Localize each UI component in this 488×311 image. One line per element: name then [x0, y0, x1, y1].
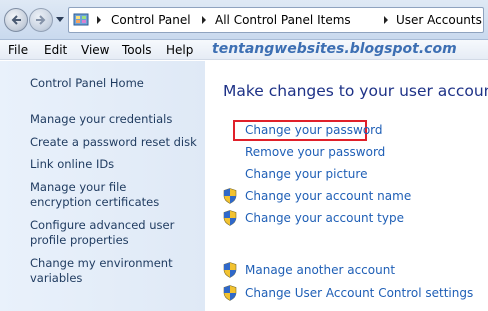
uac-shield-icon [223, 210, 237, 226]
menu-file[interactable]: File [8, 43, 28, 57]
control-panel-icon [73, 13, 89, 26]
menu-bar: File Edit View Tools Help tentangwebsite… [0, 40, 488, 60]
remove-password-link[interactable]: Remove your password [245, 145, 385, 159]
menu-tools[interactable]: Tools [122, 43, 152, 57]
forward-button[interactable] [29, 8, 53, 32]
breadcrumb-all-items[interactable]: All Control Panel Items [215, 13, 351, 27]
menu-view[interactable]: View [81, 43, 109, 57]
manage-another-account-link[interactable]: Manage another account [245, 263, 395, 277]
watermark-text: tentangwebsites.blogspot.com [212, 41, 457, 57]
uac-shield-icon [223, 262, 237, 278]
change-password-link[interactable]: Change your password [245, 123, 383, 137]
nav-control-panel-home[interactable]: Control Panel Home [30, 76, 200, 91]
recent-pages-dropdown-icon[interactable] [56, 17, 64, 23]
main-content: Make changes to your user account Change… [205, 61, 488, 311]
nav-environment-variables[interactable]: Change my environment variables [30, 256, 180, 286]
breadcrumb[interactable]: Control Panel All Control Panel Items Us… [68, 7, 484, 33]
back-button[interactable] [4, 8, 28, 32]
address-bar: Control Panel All Control Panel Items Us… [0, 0, 488, 40]
uac-shield-icon [223, 188, 237, 204]
change-picture-link[interactable]: Change your picture [245, 167, 367, 181]
nav-link-online-ids[interactable]: Link online IDs [30, 157, 200, 172]
nav-advanced-profile[interactable]: Configure advanced user profile properti… [30, 218, 180, 248]
breadcrumb-user-accounts[interactable]: User Accounts [396, 13, 482, 27]
change-account-name-link[interactable]: Change your account name [245, 189, 411, 203]
nav-password-reset-disk[interactable]: Create a password reset disk [30, 135, 200, 150]
breadcrumb-separator-icon[interactable] [95, 15, 103, 25]
nav-manage-credentials[interactable]: Manage your credentials [30, 112, 200, 127]
uac-shield-icon [223, 285, 237, 301]
forward-arrow-icon [36, 15, 46, 25]
page-title: Make changes to your user account [223, 82, 488, 100]
breadcrumb-control-panel[interactable]: Control Panel [111, 13, 191, 27]
menu-help[interactable]: Help [166, 43, 193, 57]
nav-file-encryption[interactable]: Manage your file encryption certificates [30, 180, 190, 210]
menu-edit[interactable]: Edit [44, 43, 67, 57]
breadcrumb-separator-icon[interactable] [382, 15, 390, 25]
change-account-type-link[interactable]: Change your account type [245, 211, 404, 225]
breadcrumb-separator-icon[interactable] [200, 15, 208, 25]
back-arrow-icon [11, 15, 21, 25]
uac-settings-link[interactable]: Change User Account Control settings [245, 286, 473, 300]
navigation-pane: Control Panel Home Manage your credentia… [0, 61, 205, 311]
